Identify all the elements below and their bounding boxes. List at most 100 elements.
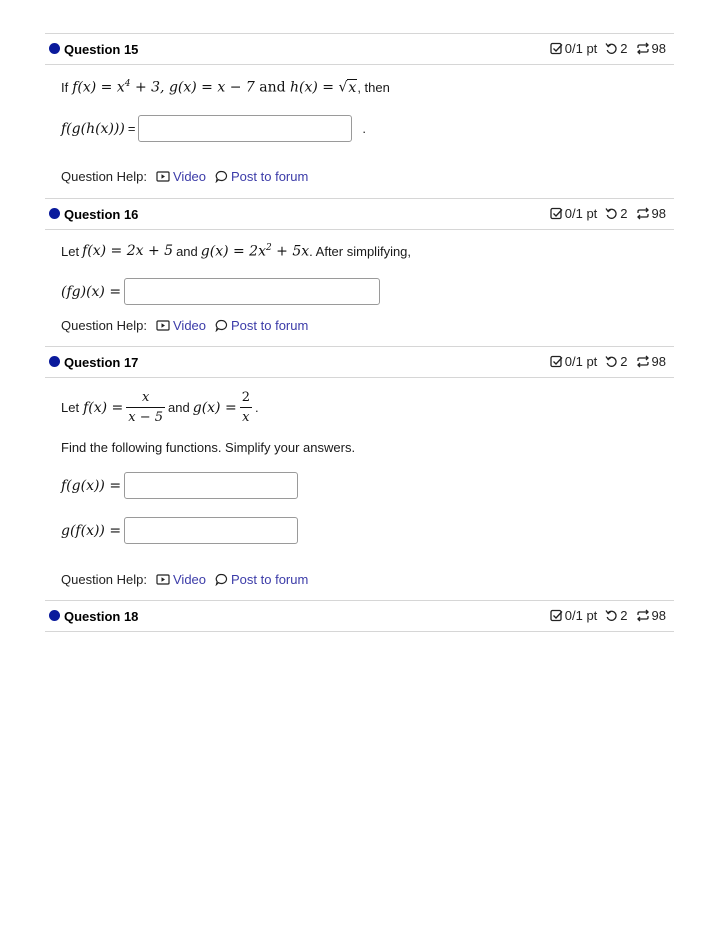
math-expression: g(x) = 2x2 + 5x — [200, 243, 310, 260]
checkbox-icon — [550, 355, 563, 368]
checkbox-icon — [550, 609, 563, 622]
question-help: Question Help: Video Post to forum — [61, 318, 308, 333]
question-prompt: Let f(x) = xx − 5 and g(x) = 2x . — [61, 390, 259, 425]
prompt-prefix: Let — [61, 400, 80, 415]
answer-input[interactable] — [124, 517, 299, 544]
status-dot-icon — [49, 208, 60, 219]
answer-input[interactable] — [138, 115, 353, 142]
score: 0/1 pt — [550, 206, 598, 221]
prompt-prefix: If — [61, 79, 69, 95]
answer-row: (fg)(x) = — [61, 278, 381, 305]
divider — [45, 377, 674, 378]
divider — [45, 64, 674, 65]
answer-input[interactable] — [124, 278, 381, 305]
answer-label: f(g(h(x))) — [61, 120, 125, 137]
score-text: 0/1 pt — [564, 206, 598, 221]
retries-count: 2 — [620, 41, 628, 56]
attempts-count: 98 — [651, 206, 666, 221]
attempts: 98 — [636, 354, 666, 369]
help-label: Question Help: — [61, 572, 147, 587]
forum-link-text: Post to forum — [231, 169, 309, 184]
question-header: Question 15 0/1 pt 2 98 — [45, 34, 674, 64]
math-expression: g(x) = — [192, 399, 237, 416]
attempts: 98 — [636, 608, 666, 623]
instructions-text: Find the following functions. Simplify y… — [61, 440, 356, 455]
video-icon — [156, 574, 170, 585]
question-prompt: Let f(x) = 2x + 5 and g(x) = 2x2 + 5x . … — [61, 243, 411, 260]
question-prompt: If f(x) = x4 + 3, g(x) = x − 7 and h(x) … — [61, 78, 390, 96]
score: 0/1 pt — [550, 608, 598, 623]
attempts-count: 98 — [651, 354, 666, 369]
attempts-count: 98 — [651, 608, 666, 623]
forum-link-text: Post to forum — [231, 318, 309, 333]
video-link-text: Video — [173, 169, 207, 184]
forum-link-text: Post to forum — [231, 572, 309, 587]
video-link[interactable]: Video — [156, 318, 206, 333]
retries-count: 2 — [620, 354, 628, 369]
question-meta: 0/1 pt 2 98 — [545, 354, 666, 369]
question-title: Question 18 — [64, 609, 139, 624]
answer-row: g(f(x)) = — [61, 517, 299, 544]
retries: 2 — [605, 608, 628, 623]
retries-count: 2 — [620, 206, 628, 221]
question-title: Question 15 — [64, 42, 139, 57]
status-dot-icon — [49, 610, 60, 621]
attempts-count: 98 — [651, 41, 666, 56]
checkbox-icon — [550, 42, 563, 55]
period: . — [254, 400, 259, 415]
prompt-suffix: , then — [357, 79, 390, 95]
divider — [45, 229, 674, 230]
forum-link[interactable]: Post to forum — [215, 169, 308, 184]
score-text: 0/1 pt — [564, 608, 598, 623]
question-header: Question 18 0/1 pt 2 98 — [45, 601, 674, 631]
repeat-icon — [636, 42, 649, 55]
comment-icon — [215, 319, 228, 332]
prompt-prefix: Let — [61, 243, 80, 259]
question-meta: 0/1 pt 2 98 — [545, 206, 666, 221]
help-label: Question Help: — [61, 318, 147, 333]
video-icon — [156, 171, 170, 182]
retry-icon — [605, 43, 617, 54]
retry-icon — [605, 610, 617, 621]
comment-icon — [215, 170, 228, 183]
retries-count: 2 — [620, 608, 628, 623]
attempts: 98 — [636, 206, 666, 221]
video-link-text: Video — [173, 318, 207, 333]
question-help: Question Help: Video Post to forum — [61, 572, 308, 587]
forum-link[interactable]: Post to forum — [215, 572, 308, 587]
status-dot-icon — [49, 356, 60, 367]
math-expression: f(x) = — [83, 399, 124, 416]
prompt-mid: and — [168, 400, 190, 415]
video-link[interactable]: Video — [156, 572, 206, 587]
video-link[interactable]: Video — [156, 169, 206, 184]
video-icon — [156, 320, 170, 331]
question-meta: 0/1 pt 2 98 — [545, 41, 666, 56]
answer-label: (fg)(x) = — [61, 283, 122, 300]
checkbox-icon — [550, 207, 563, 220]
score: 0/1 pt — [550, 41, 598, 56]
score-text: 0/1 pt — [564, 41, 598, 56]
status-dot-icon — [49, 43, 60, 54]
question-title: Question 17 — [64, 355, 139, 370]
equals-sign: = — [127, 121, 136, 136]
fraction: xx − 5 — [126, 390, 166, 425]
math-expression: f(x) = x4 + 3, g(x) = x − 7 and h(x) = √… — [72, 78, 358, 96]
attempts: 98 — [636, 41, 666, 56]
answer-input[interactable] — [124, 472, 299, 499]
retries: 2 — [605, 354, 628, 369]
retries: 2 — [605, 206, 628, 221]
question-title: Question 16 — [64, 207, 139, 222]
math-expression: f(x) = 2x + 5 — [82, 243, 174, 260]
answer-label: f(g(x)) = — [61, 477, 122, 494]
forum-link[interactable]: Post to forum — [215, 318, 308, 333]
answer-row: f(g(x)) = — [61, 472, 299, 499]
retries: 2 — [605, 41, 628, 56]
repeat-icon — [636, 355, 649, 368]
prompt-suffix: . After simplifying, — [309, 243, 412, 259]
divider — [45, 631, 674, 632]
retry-icon — [605, 208, 617, 219]
retry-icon — [605, 356, 617, 367]
answer-suffix: . — [362, 121, 367, 136]
help-label: Question Help: — [61, 169, 147, 184]
comment-icon — [215, 573, 228, 586]
